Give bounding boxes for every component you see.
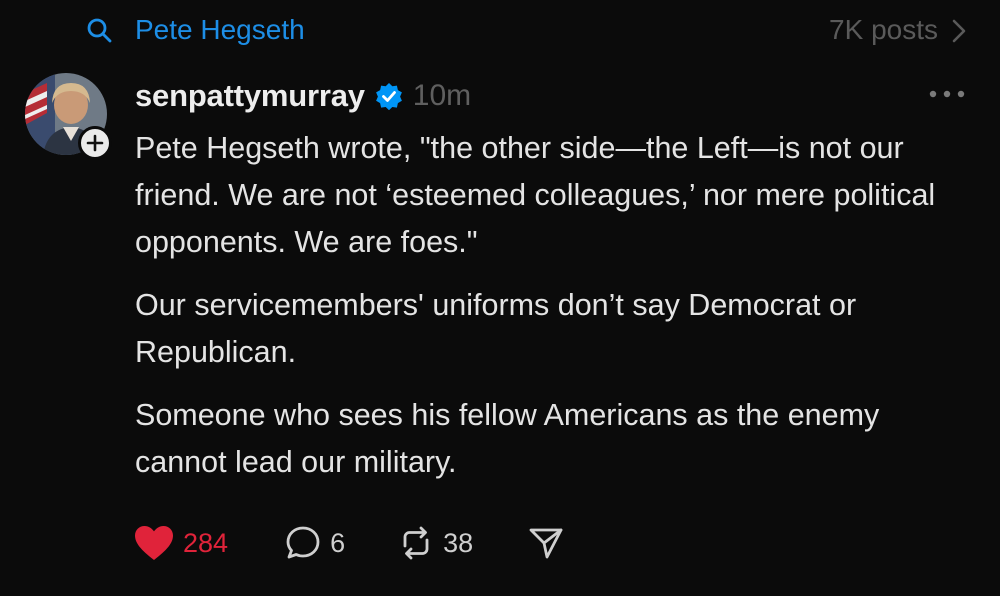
avatar-container[interactable] bbox=[25, 73, 112, 160]
reply-button[interactable]: 6 bbox=[284, 524, 345, 562]
post-body: Pete Hegseth wrote, "the other side—the … bbox=[135, 125, 965, 502]
post-paragraph: Someone who sees his fellow Americans as… bbox=[135, 398, 880, 479]
post-count[interactable]: 7K posts bbox=[829, 13, 938, 47]
topic-bar[interactable]: Pete Hegseth 7K posts bbox=[0, 0, 1000, 62]
repost-button[interactable]: 38 bbox=[397, 524, 473, 562]
share-icon bbox=[529, 528, 563, 559]
share-button[interactable] bbox=[527, 524, 565, 562]
comment-icon bbox=[286, 526, 320, 559]
search-icon bbox=[87, 18, 112, 43]
topic-label[interactable]: Pete Hegseth bbox=[135, 13, 305, 47]
verified-icon bbox=[375, 83, 402, 110]
timestamp: 10m bbox=[412, 79, 472, 112]
follow-button[interactable] bbox=[78, 126, 112, 160]
like-count: 284 bbox=[183, 527, 229, 558]
username[interactable]: senpattymurray bbox=[135, 78, 365, 114]
post-actions: 284 6 38 bbox=[133, 521, 565, 565]
heart-icon bbox=[135, 526, 173, 560]
plus-icon bbox=[86, 134, 104, 152]
repost-count: 38 bbox=[443, 527, 474, 558]
repost-icon bbox=[403, 526, 429, 560]
post-header: senpattymurray 10m bbox=[135, 76, 471, 116]
like-button[interactable]: 284 bbox=[133, 524, 228, 562]
post-paragraph: Pete Hegseth wrote, "the other side—the … bbox=[135, 131, 936, 259]
post-paragraph: Our servicemembers' uniforms don’t say D… bbox=[135, 288, 857, 369]
reply-count: 6 bbox=[330, 527, 346, 558]
more-icon[interactable] bbox=[928, 88, 966, 100]
chevron-right-icon[interactable] bbox=[950, 17, 968, 45]
thread-post-view: Pete Hegseth 7K posts senpattymurray 10m… bbox=[0, 0, 1000, 596]
